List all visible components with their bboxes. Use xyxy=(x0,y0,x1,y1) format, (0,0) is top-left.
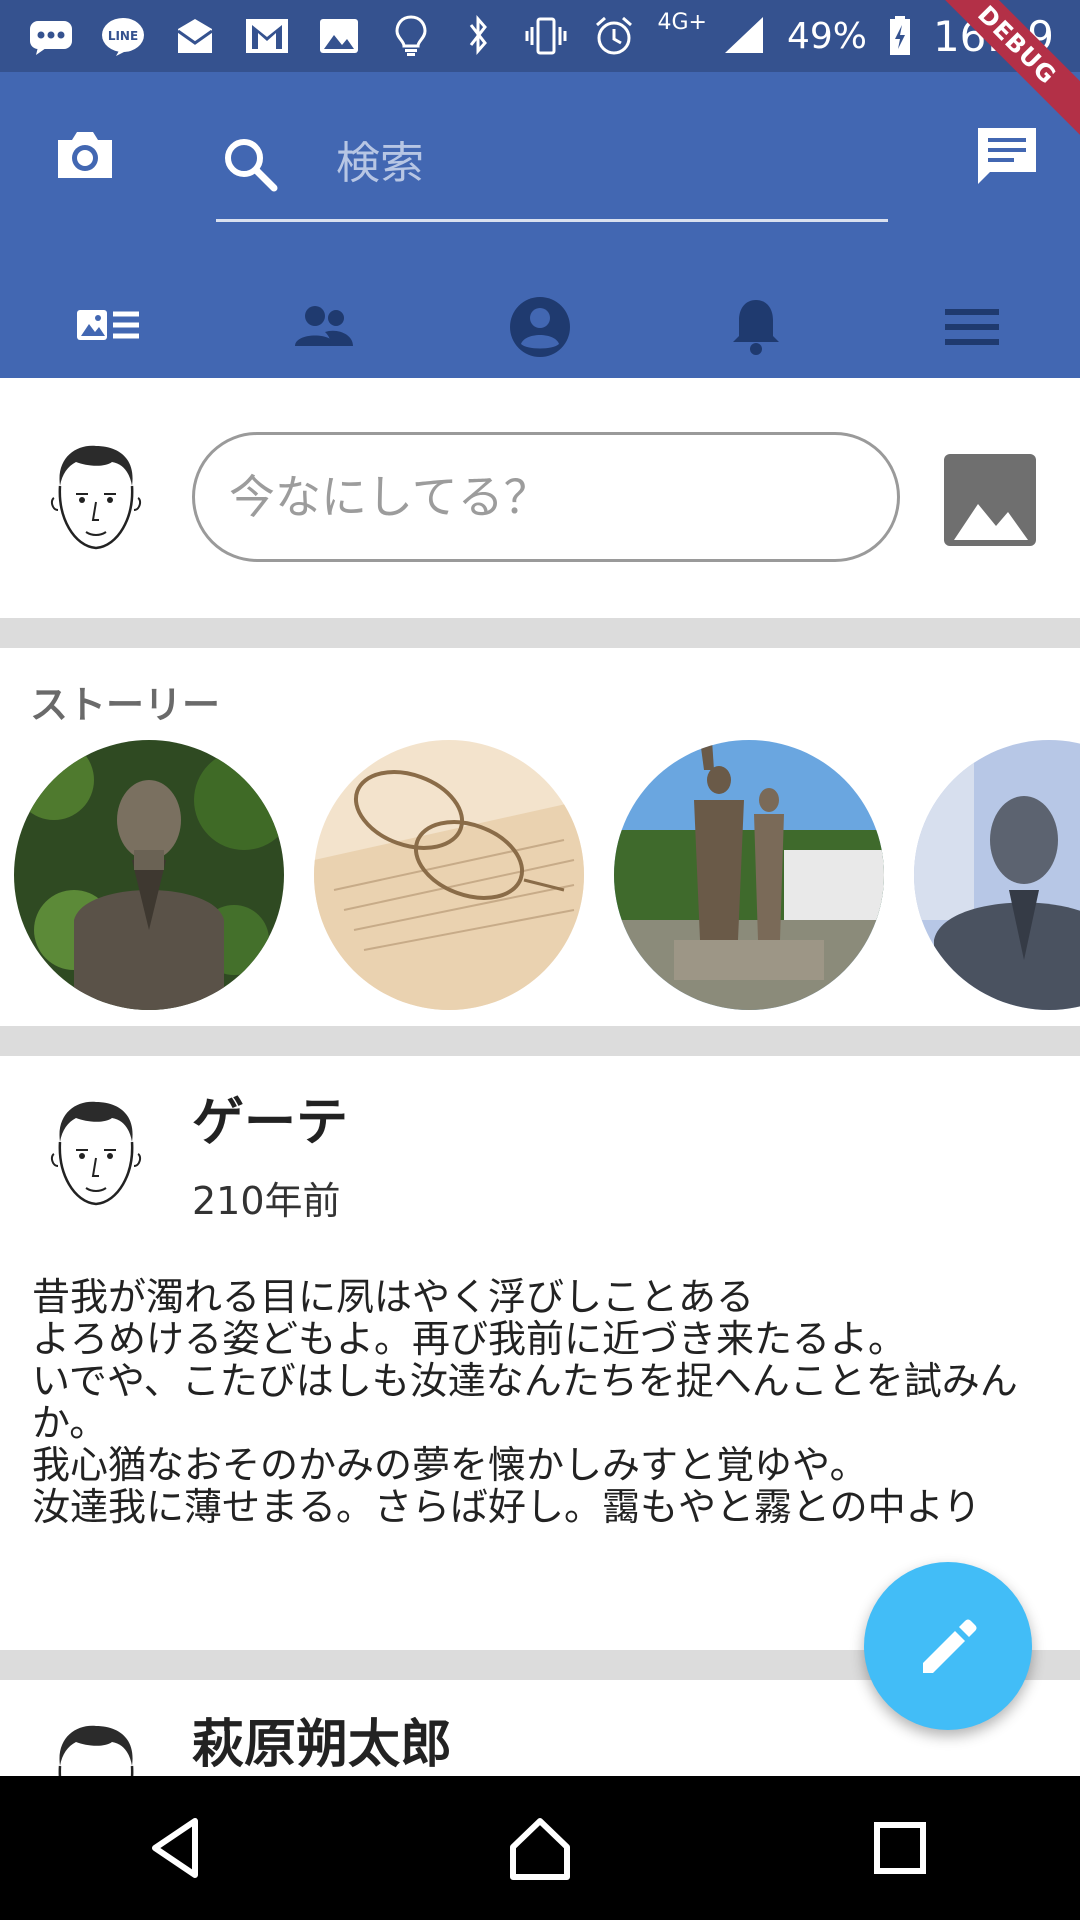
battery-percent: 49% xyxy=(786,15,867,57)
tab-profile[interactable] xyxy=(432,272,648,382)
stories-section: ストーリー xyxy=(0,648,1080,1026)
gmail-icon xyxy=(242,14,292,58)
friends-icon xyxy=(295,306,353,346)
tab-bar xyxy=(0,272,1080,382)
alarm-icon xyxy=(589,14,639,58)
recents-icon xyxy=(874,1822,926,1874)
tab-notifications[interactable] xyxy=(648,272,864,382)
notification-icons: LINE xyxy=(0,14,436,58)
edit-icon xyxy=(923,1619,977,1673)
home-button[interactable] xyxy=(490,1798,590,1898)
svg-text:LINE: LINE xyxy=(108,29,138,43)
search-icon xyxy=(225,139,278,192)
post-body: 昔我が濁れる目に夙はやく浮びしことある よろめける姿どもよ。再び我前に近づき来た… xyxy=(32,1275,1018,1529)
status-input[interactable] xyxy=(192,432,900,562)
post-author[interactable]: 萩原朔太郎 xyxy=(192,1702,452,1776)
avatar[interactable] xyxy=(46,1094,146,1218)
story-bust-glasses xyxy=(914,740,1080,1010)
section-divider xyxy=(0,618,1080,648)
photo-icon xyxy=(954,504,1028,540)
tab-menu[interactable] xyxy=(864,272,1080,382)
profile-icon xyxy=(510,297,570,357)
home-icon xyxy=(510,1818,570,1880)
story-bust-portrait xyxy=(14,740,284,1010)
avatar[interactable] xyxy=(46,438,146,562)
notifications-icon xyxy=(733,300,779,355)
messenger-button[interactable] xyxy=(974,124,1040,190)
tab-news-feed[interactable] xyxy=(0,272,216,382)
menu-icon xyxy=(945,309,999,345)
section-divider xyxy=(0,1026,1080,1056)
story-item[interactable] xyxy=(314,740,584,1010)
camera-button[interactable] xyxy=(52,122,118,188)
tab-friends[interactable] xyxy=(216,272,432,382)
lightbulb-icon xyxy=(386,14,436,58)
battery-charging-icon xyxy=(885,14,915,58)
compose-fab[interactable] xyxy=(864,1562,1032,1730)
back-button[interactable] xyxy=(130,1798,230,1898)
story-item[interactable] xyxy=(14,740,284,1010)
app-bar xyxy=(0,72,1080,378)
image-icon xyxy=(314,14,364,58)
status-bar: LINE 4G+ 49% 16:09 xyxy=(0,0,1080,72)
recents-button[interactable] xyxy=(850,1798,950,1898)
search-bar xyxy=(216,122,888,222)
story-item[interactable] xyxy=(914,740,1080,1010)
navigation-bar xyxy=(0,1776,1080,1920)
story-glasses-book xyxy=(314,740,584,1010)
stories-title: ストーリー xyxy=(30,683,221,727)
post-timestamp: 210年前 xyxy=(192,1179,341,1223)
bluetooth-icon xyxy=(453,14,503,58)
vibrate-icon xyxy=(521,14,571,58)
story-statues xyxy=(614,740,884,1010)
network-type: 4G+ xyxy=(657,9,707,35)
camera-icon xyxy=(58,132,112,178)
story-item[interactable] xyxy=(614,740,884,1010)
back-icon xyxy=(152,1818,198,1878)
news-feed-icon xyxy=(77,310,139,340)
post-author[interactable]: ゲーテ xyxy=(192,1080,348,1155)
messages-icon xyxy=(26,14,76,58)
add-photo-button[interactable] xyxy=(944,454,1036,546)
post-card: ゲーテ 210年前 昔我が濁れる目に夙はやく浮びしことある よろめける姿どもよ。… xyxy=(0,1056,1080,1650)
email-icon xyxy=(170,14,220,58)
chat-icon xyxy=(978,128,1036,184)
signal-icon xyxy=(719,14,769,58)
search-input[interactable] xyxy=(334,132,854,194)
avatar[interactable] xyxy=(46,1718,146,1776)
status-composer xyxy=(0,378,1080,618)
line-icon: LINE xyxy=(98,14,148,58)
